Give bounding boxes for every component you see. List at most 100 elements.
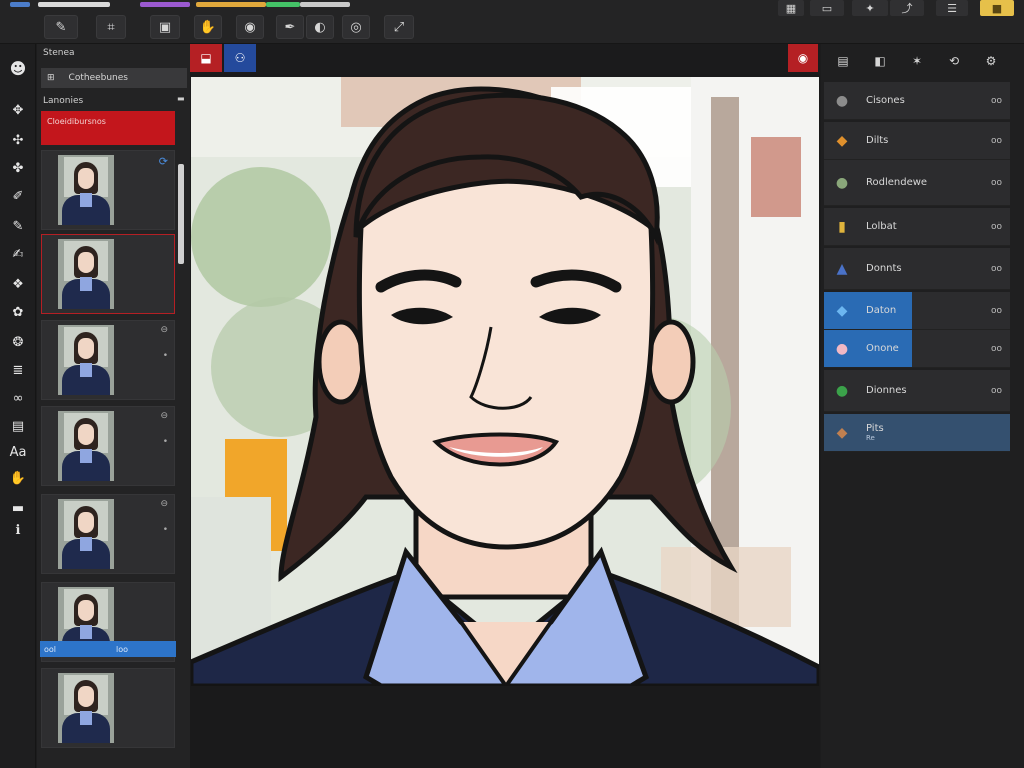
asset-label: Dionnes bbox=[866, 385, 907, 396]
brush-icon[interactable]: ✎ bbox=[44, 15, 78, 39]
layer-card[interactable]: ⊖ • bbox=[41, 320, 175, 400]
layers-filter[interactable]: ⊞ Cotheebunes bbox=[41, 68, 187, 88]
eye-icon[interactable]: ◎ bbox=[342, 15, 370, 39]
clone-tool-icon[interactable]: ❖ bbox=[4, 274, 32, 294]
fx-tab-icon[interactable]: ✶ bbox=[901, 48, 933, 74]
smudge-tool-icon[interactable]: ✍ bbox=[4, 244, 32, 264]
asset-item[interactable]: ◆ Dilts oo bbox=[824, 122, 1010, 160]
blur-tool-icon[interactable]: ✿ bbox=[4, 302, 32, 322]
asset-label-wrap: Lolbat bbox=[866, 221, 991, 232]
move-tool-icon[interactable]: ✥ bbox=[4, 100, 32, 120]
visibility-toggle[interactable]: oo bbox=[991, 386, 1002, 396]
highlight-layer[interactable]: Cloeidibursnos bbox=[41, 111, 175, 145]
color-strip bbox=[10, 2, 30, 7]
text-tool-icon[interactable]: Aa bbox=[4, 442, 32, 462]
transform-tool-icon[interactable]: ✤ bbox=[4, 158, 32, 178]
visibility-toggle[interactable]: oo bbox=[991, 96, 1002, 106]
asset-sublabel: Re bbox=[866, 434, 875, 442]
stack-tool-icon[interactable]: ≣ bbox=[4, 360, 32, 380]
hand-tool-icon[interactable]: ✋ bbox=[4, 468, 32, 488]
crop-icon[interactable]: ⌗ bbox=[96, 15, 126, 39]
asset-icon: ◆ bbox=[836, 132, 848, 149]
hand-icon[interactable]: ✋ bbox=[194, 15, 222, 39]
asset-label: Pits bbox=[866, 423, 884, 434]
asset-item[interactable]: ▲ Donnts oo bbox=[824, 248, 1010, 290]
puzzle-icon[interactable]: ✦ bbox=[852, 0, 888, 16]
visibility-toggle[interactable]: oo bbox=[991, 264, 1002, 274]
camera-icon[interactable]: ◉ bbox=[236, 15, 264, 39]
asset-item[interactable]: ● Rodlendewe oo bbox=[824, 160, 1010, 206]
asset-icon: ◆ bbox=[836, 424, 848, 441]
brush-tool-icon[interactable]: ✐ bbox=[4, 186, 32, 206]
lock-icon[interactable]: ⊖ bbox=[160, 499, 168, 509]
folder-icon[interactable]: ■ bbox=[980, 0, 1014, 16]
lock-icon[interactable]: ⊖ bbox=[160, 325, 168, 335]
pen-icon[interactable]: ✒ bbox=[276, 15, 304, 39]
resize-icon[interactable]: ⤢ bbox=[384, 15, 414, 39]
asset-label-wrap: Pits Re bbox=[866, 423, 1010, 442]
asset-item[interactable]: ◆ Daton oo bbox=[824, 292, 1010, 330]
adjust-tab-icon[interactable]: ◧ bbox=[864, 48, 896, 74]
layer-card[interactable]: ool loo bbox=[40, 582, 176, 662]
window-icon[interactable]: ▭ bbox=[810, 0, 844, 16]
visibility-toggle[interactable]: oo bbox=[991, 306, 1002, 316]
filter-label: Cotheebunes bbox=[68, 73, 128, 83]
layer-card[interactable]: ⊖ • bbox=[41, 494, 175, 574]
top-toolbar: ✎ ⌗ ▣ ✋ ◉ ✒ ◐ ◎ ⤢ ▦ ▭ ✦ ⤴ ☰ ■ bbox=[0, 0, 1024, 44]
portrait-illustration bbox=[191, 77, 819, 686]
eye-red-icon[interactable]: ◉ bbox=[788, 44, 818, 72]
menu-icon[interactable]: ☰ bbox=[936, 0, 968, 16]
eraser-tool-icon[interactable]: ✎ bbox=[4, 216, 32, 236]
layers-tab-icon[interactable]: ▤ bbox=[827, 48, 859, 74]
suitcase-icon[interactable]: ⬓ bbox=[190, 44, 222, 72]
slider-tool-icon[interactable]: ▬ bbox=[4, 498, 32, 518]
layer-card[interactable] bbox=[41, 234, 175, 314]
color-strip bbox=[140, 2, 190, 7]
asset-item[interactable]: ● Dionnes oo bbox=[824, 370, 1010, 412]
asset-label: Lolbat bbox=[866, 221, 897, 232]
selected-layer-bar[interactable]: ool loo bbox=[40, 641, 176, 657]
layer-card[interactable] bbox=[41, 668, 175, 748]
mask-icon[interactable]: ◐ bbox=[306, 15, 334, 39]
share-icon[interactable]: ⤴ bbox=[890, 0, 924, 16]
grid-icon[interactable]: ▦ bbox=[778, 0, 804, 16]
people-icon[interactable]: ⚇ bbox=[224, 44, 256, 72]
settings-tab-icon[interactable]: ⚙ bbox=[975, 48, 1007, 74]
link-tool-icon[interactable]: ∞ bbox=[4, 388, 32, 408]
asset-label: Daton bbox=[866, 305, 897, 316]
asset-icon: ● bbox=[835, 174, 849, 191]
layer-thumbnail bbox=[58, 499, 114, 569]
selected-layer-label-left: ool bbox=[44, 644, 57, 654]
asset-item[interactable]: ● Cisones oo bbox=[824, 82, 1010, 120]
visibility-toggle[interactable]: oo bbox=[991, 344, 1002, 354]
asset-icon: ● bbox=[835, 382, 849, 399]
visibility-toggle[interactable]: oo bbox=[991, 178, 1002, 188]
layers-scrollbar[interactable] bbox=[178, 164, 184, 264]
info-tool-icon[interactable]: ℹ bbox=[4, 520, 32, 540]
visibility-toggle[interactable]: oo bbox=[991, 136, 1002, 146]
heal-tool-icon[interactable]: ❂ bbox=[4, 332, 32, 352]
asset-icon: ▮ bbox=[838, 218, 846, 235]
color-strip bbox=[196, 2, 266, 7]
collapse-icon[interactable]: ▬ bbox=[177, 94, 185, 103]
asset-item[interactable]: ◆ Pits Re bbox=[824, 414, 1010, 452]
asset-item[interactable]: ▮ Lolbat oo bbox=[824, 208, 1010, 246]
layer-card[interactable]: ⊖ • bbox=[41, 406, 175, 486]
history-tab-icon[interactable]: ⟲ bbox=[938, 48, 970, 74]
asset-icon: ● bbox=[835, 92, 849, 109]
asset-label-wrap: Rodlendewe bbox=[866, 177, 991, 188]
layer-card[interactable]: ⟳ bbox=[41, 150, 175, 230]
visibility-toggle[interactable]: oo bbox=[991, 222, 1002, 232]
canvas-image[interactable] bbox=[191, 77, 819, 686]
lock-icon[interactable]: ⊖ bbox=[160, 411, 168, 421]
asset-label-wrap: Cisones bbox=[866, 95, 991, 106]
asset-label-wrap: Dionnes bbox=[866, 385, 991, 396]
asset-label: Rodlendewe bbox=[866, 177, 928, 188]
sync-icon[interactable]: ⟳ bbox=[159, 155, 168, 168]
branch-tool-icon[interactable]: ✣ bbox=[4, 130, 32, 150]
shape-tool-icon[interactable]: ▤ bbox=[4, 416, 32, 436]
avatar-tool-icon[interactable]: ☻ bbox=[4, 58, 32, 78]
right-panel: ▤ ◧ ✶ ⟲ ⚙ ● Cisones oo ◆ Dilts oo ● Rodlendewe oo ▮ Lo… bbox=[821, 44, 1024, 768]
image-icon[interactable]: ▣ bbox=[150, 15, 180, 39]
asset-item[interactable]: ● Onone oo bbox=[824, 330, 1010, 368]
